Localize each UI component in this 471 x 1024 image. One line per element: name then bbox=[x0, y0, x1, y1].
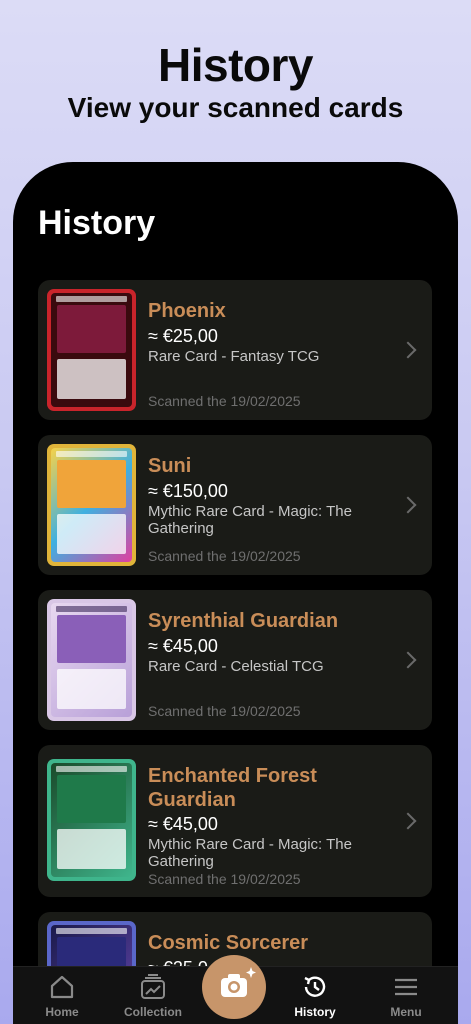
card-price: ≈ €150,00 bbox=[148, 481, 228, 501]
home-icon bbox=[50, 975, 74, 999]
tab-home[interactable]: Home bbox=[22, 967, 102, 1024]
card-rarity: Mythic Rare Card - Magic: The Gathering bbox=[148, 836, 352, 870]
scan-date: Scanned the 19/02/2025 bbox=[148, 871, 301, 887]
chevron-right-icon bbox=[399, 812, 417, 830]
scan-camera-button[interactable] bbox=[202, 955, 266, 1019]
chevron-right-icon bbox=[399, 496, 417, 514]
history-list: Phoenix ≈ €25,00 Rare Card - Fantasy TCG… bbox=[38, 280, 432, 1024]
scan-date: Scanned the 19/02/2025 bbox=[148, 703, 301, 719]
card-name: Cosmic Sorcerer bbox=[148, 932, 309, 954]
menu-icon bbox=[395, 978, 417, 996]
scan-date: Scanned the 19/02/2025 bbox=[148, 548, 301, 564]
collection-icon bbox=[141, 974, 165, 999]
tab-menu[interactable]: Menu bbox=[366, 967, 446, 1024]
card-thumbnail bbox=[47, 759, 136, 881]
camera-icon bbox=[221, 967, 256, 997]
history-icon bbox=[304, 976, 326, 997]
promo-subtitle: View your scanned cards bbox=[67, 92, 404, 123]
card-name: Syrenthial Guardian bbox=[148, 610, 339, 632]
card-name: Enchanted Forest Guardian bbox=[148, 765, 317, 811]
promo-title: History bbox=[158, 39, 313, 91]
history-card-enchanted-forest-guardian[interactable]: Enchanted Forest Guardian ≈ €45,00 Mythi… bbox=[38, 745, 432, 897]
tab-history[interactable]: History bbox=[275, 967, 355, 1024]
card-thumbnail bbox=[47, 599, 136, 721]
card-price: ≈ €25,00 bbox=[148, 326, 218, 346]
card-name: Suni bbox=[148, 455, 192, 477]
card-price: ≈ €45,00 bbox=[148, 814, 218, 834]
card-thumbnail bbox=[47, 289, 136, 411]
card-price: ≈ €45,00 bbox=[148, 636, 218, 656]
card-thumbnail bbox=[47, 444, 136, 566]
page-title: History bbox=[38, 204, 156, 242]
card-name: Phoenix bbox=[148, 300, 226, 322]
tab-collection[interactable]: Collection bbox=[113, 967, 193, 1024]
scan-date: Scanned the 19/02/2025 bbox=[148, 393, 301, 409]
tab-history-label: History bbox=[294, 1005, 336, 1019]
card-rarity: Mythic Rare Card - Magic: The Gathering bbox=[148, 503, 352, 537]
tab-menu-label: Menu bbox=[390, 1005, 422, 1019]
chevron-right-icon bbox=[399, 651, 417, 669]
history-card-syrenthial-guardian[interactable]: Syrenthial Guardian ≈ €45,00 Rare Card -… bbox=[38, 590, 432, 730]
card-rarity: Rare Card - Celestial TCG bbox=[148, 658, 324, 675]
tab-home-label: Home bbox=[45, 1005, 79, 1019]
card-rarity: Rare Card - Fantasy TCG bbox=[148, 348, 320, 365]
tab-collection-label: Collection bbox=[123, 1005, 182, 1019]
chevron-right-icon bbox=[399, 341, 417, 359]
history-card-suni[interactable]: Suni ≈ €150,00 Mythic Rare Card - Magic:… bbox=[38, 435, 432, 575]
history-card-phoenix[interactable]: Phoenix ≈ €25,00 Rare Card - Fantasy TCG… bbox=[38, 280, 432, 420]
phone-screen: History Phoenix ≈ €25,00 Rare Card - Fan… bbox=[13, 162, 458, 1024]
